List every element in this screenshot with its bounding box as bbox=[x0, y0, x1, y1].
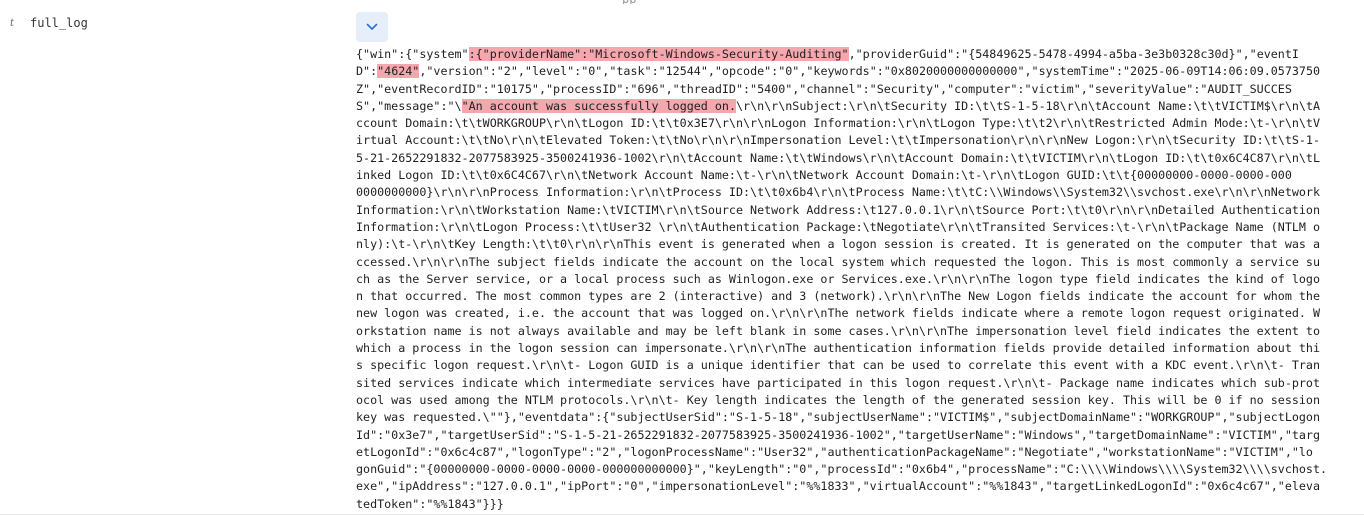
log-line: n that occurred. The most common types a… bbox=[356, 288, 1343, 305]
log-line: exe","ipAddress":"127.0.0.1","ipPort":"0… bbox=[356, 478, 1343, 495]
log-text: ,"providerGuid":"{54849625-5478-4994-a5b… bbox=[848, 47, 1299, 61]
log-line: etLogonId":"0x6c4c87","logonType":"2","l… bbox=[356, 444, 1343, 461]
log-text: sited services indicate which intermedia… bbox=[356, 375, 1320, 390]
log-text: ch as the Server service, or a local pro… bbox=[356, 271, 1320, 286]
log-text: exe","ipAddress":"127.0.0.1","ipPort":"0… bbox=[356, 479, 1320, 494]
log-line: ch as the Server service, or a local pro… bbox=[356, 271, 1343, 288]
log-text: {"win":{"system" bbox=[356, 47, 469, 61]
log-line: D":"4624","version":"2","level":"0","tas… bbox=[356, 63, 1343, 80]
log-text: gonGuid":"{00000000-0000-0000-0000-00000… bbox=[356, 462, 1328, 477]
log-line: new logon was created, i.e. the account … bbox=[356, 305, 1343, 322]
log-highlight: :{"providerName":"Microsoft-Windows-Secu… bbox=[468, 47, 849, 61]
log-line: which a process in the logon session can… bbox=[356, 340, 1343, 357]
log-line: Information:\r\n\tWorkstation Name:\tVIC… bbox=[356, 202, 1343, 219]
log-text: n that occurred. The most common types a… bbox=[356, 289, 1320, 304]
expand-value-button[interactable] bbox=[356, 12, 388, 42]
log-line: sited services indicate which intermedia… bbox=[356, 375, 1343, 392]
log-text: 0000000000}\r\n\r\nProcess Information:\… bbox=[356, 185, 1320, 200]
log-text: ccessed.\r\n\r\nThe subject fields indic… bbox=[356, 254, 1320, 269]
log-line: nly):\t-\r\n\tKey Length:\t\t0\r\n\r\nTh… bbox=[356, 236, 1343, 253]
log-line: S","message":"\"An account was successfu… bbox=[356, 98, 1343, 115]
log-line: key was requested.\""},"eventdata":{"sub… bbox=[356, 409, 1343, 426]
log-text: Information:\r\n\tWorkstation Name:\tVIC… bbox=[356, 202, 1320, 217]
log-line: ccount Domain:\t\tWORKGROUP\r\n\tLogon I… bbox=[356, 115, 1343, 132]
log-text: ,"version":"2","level":"0","task":"12544… bbox=[419, 64, 1321, 79]
log-line: Information:\r\n\tLogon Process:\t\tUser… bbox=[356, 219, 1343, 236]
log-text: Information:\r\n\tLogon Process:\t\tUser… bbox=[356, 219, 1320, 234]
log-text: inked Logon ID:\t\t0x6C4C67\r\n\tNetwork… bbox=[356, 168, 1292, 183]
full-log-value: {"win":{"system":{"providerName":"Micros… bbox=[356, 46, 1343, 513]
log-text: irtual Account:\t\tNo\r\n\tElevated Toke… bbox=[356, 133, 1320, 148]
string-type-icon: t bbox=[10, 18, 15, 29]
log-text: s specific logon request.\r\n\t- Logon G… bbox=[356, 358, 1320, 373]
log-line: ccessed.\r\n\r\nThe subject fields indic… bbox=[356, 254, 1343, 271]
log-text: tedToken":"%%1843"}}} bbox=[356, 496, 504, 511]
log-text: 5-21-2652291832-2077583925-3500241936-10… bbox=[356, 150, 1320, 165]
log-line: gonGuid":"{00000000-0000-0000-0000-00000… bbox=[356, 461, 1343, 478]
log-line: irtual Account:\t\tNo\r\n\tElevated Toke… bbox=[356, 132, 1343, 149]
log-line: Id":"0x3e7","targetUserSid":"S-1-5-21-26… bbox=[356, 427, 1343, 444]
log-text: orkstation name is not always available … bbox=[356, 323, 1320, 338]
chevron-down-icon bbox=[366, 23, 378, 30]
header-partial-title: pp bbox=[622, 0, 652, 4]
log-text: D": bbox=[356, 64, 378, 79]
field-name: full_log bbox=[30, 16, 88, 30]
log-text: etLogonId":"0x6c4c87","logonType":"2","l… bbox=[356, 444, 1313, 459]
log-text: ocol was used among the NTLM protocols.\… bbox=[356, 392, 1320, 407]
log-text: Z","eventRecordID":"10175","processID":"… bbox=[356, 81, 1292, 96]
log-text: Id":"0x3e7","targetUserSid":"S-1-5-21-26… bbox=[356, 427, 1320, 442]
row-divider bbox=[0, 514, 1364, 515]
log-line: 0000000000}\r\n\r\nProcess Information:\… bbox=[356, 184, 1343, 201]
log-line: {"win":{"system":{"providerName":"Micros… bbox=[356, 46, 1343, 63]
log-line: orkstation name is not always available … bbox=[356, 323, 1343, 340]
log-text: key was requested.\""},"eventdata":{"sub… bbox=[356, 410, 1320, 425]
log-line: tedToken":"%%1843"}}} bbox=[356, 496, 1343, 513]
log-line: inked Logon ID:\t\t0x6C4C67\r\n\tNetwork… bbox=[356, 167, 1343, 184]
log-line: 5-21-2652291832-2077583925-3500241936-10… bbox=[356, 150, 1343, 167]
log-text: which a process in the logon session can… bbox=[356, 341, 1320, 356]
field-row-full-log: t full_log bbox=[0, 8, 340, 38]
log-line: s specific logon request.\r\n\t- Logon G… bbox=[356, 357, 1343, 374]
log-highlight: "An account was successfully logged on. bbox=[461, 98, 736, 113]
log-line: Z","eventRecordID":"10175","processID":"… bbox=[356, 81, 1343, 98]
log-highlight: "4624" bbox=[377, 64, 420, 79]
log-text: \r\n\r\nSubject:\r\n\tSecurity ID:\t\tS-… bbox=[736, 98, 1321, 113]
log-line: ocol was used among the NTLM protocols.\… bbox=[356, 392, 1343, 409]
log-text: ccount Domain:\t\tWORKGROUP\r\n\tLogon I… bbox=[356, 116, 1320, 131]
log-text: S","message":"\ bbox=[356, 98, 462, 113]
log-text: new logon was created, i.e. the account … bbox=[356, 306, 1320, 321]
log-text: nly):\t-\r\n\tKey Length:\t\t0\r\n\r\nTh… bbox=[356, 237, 1320, 252]
